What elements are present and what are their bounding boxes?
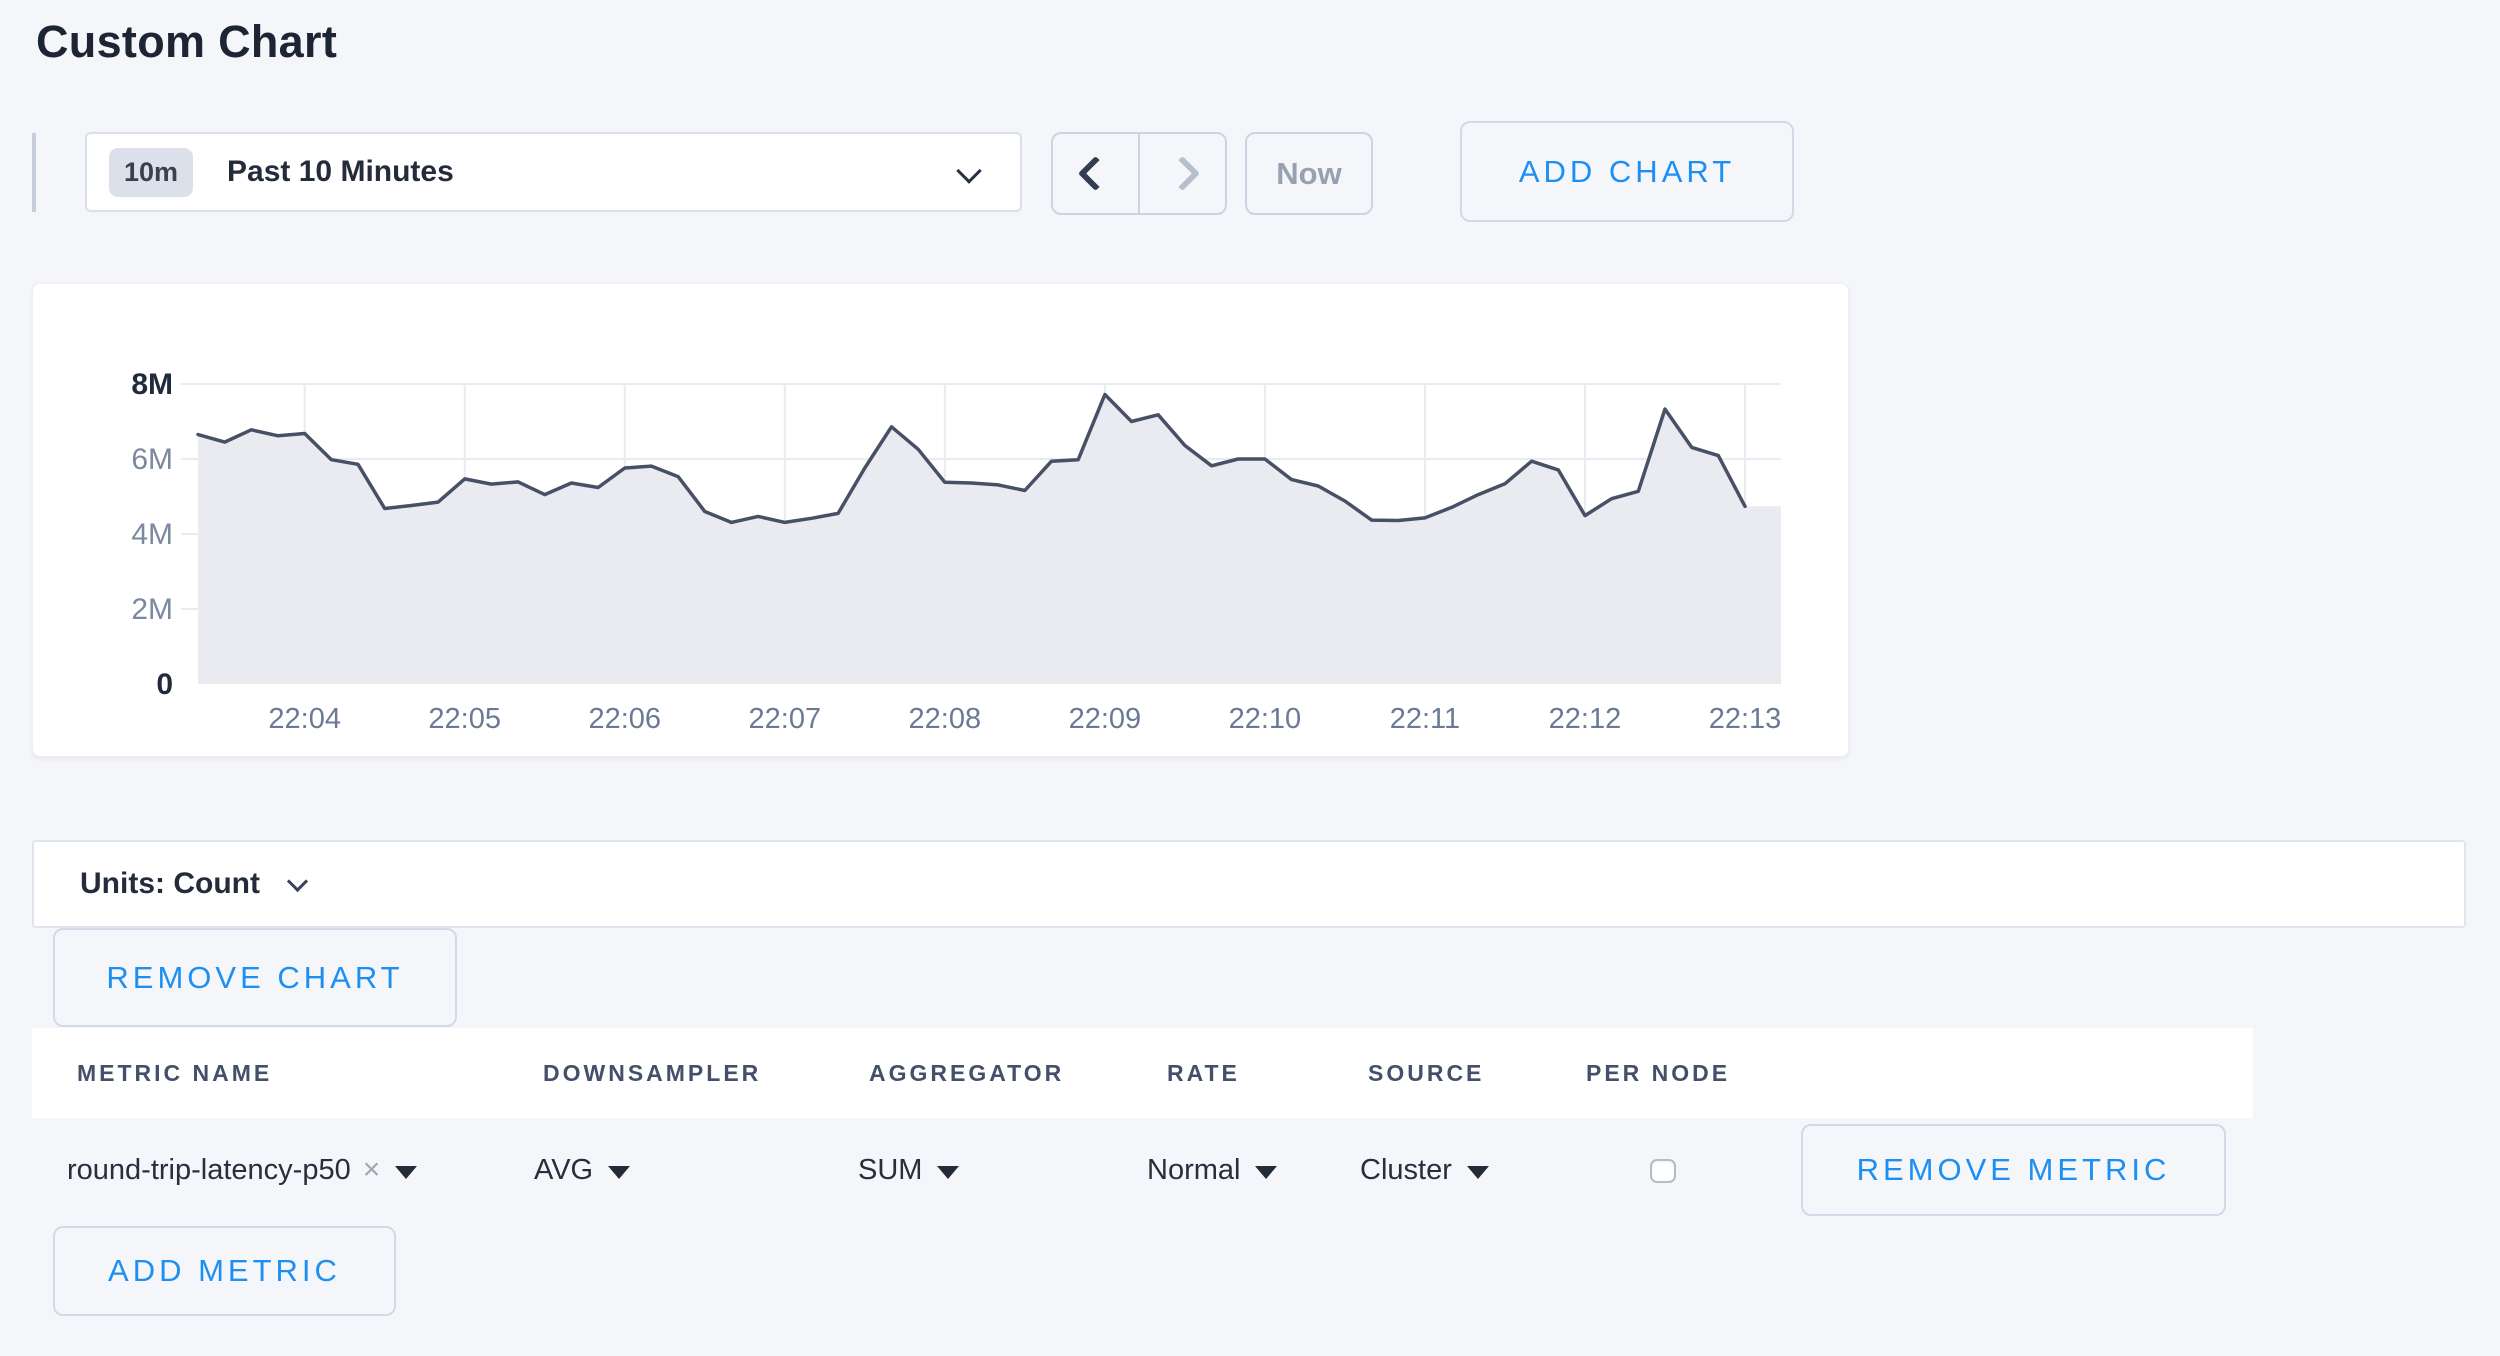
chevron-down-icon [287,870,308,891]
time-nav-buttons [1051,132,1227,215]
y-tick-label: 4M [131,518,173,551]
chevron-down-icon [956,158,981,183]
custom-chart-page: Custom Chart 10m Past 10 Minutes Now ADD… [0,0,2500,1356]
time-scope-accent-bar [32,133,36,212]
now-button[interactable]: Now [1245,132,1373,215]
aggregator-select[interactable]: SUM [858,1146,959,1194]
chevron-left-icon [1078,156,1113,191]
units-label: Units: Count [80,867,260,901]
column-header-per-node: PER NODE [1586,1028,1730,1118]
units-dropdown[interactable]: Units: Count [32,840,2466,928]
add-chart-button[interactable]: ADD CHART [1460,121,1794,222]
downsampler-value: AVG [534,1154,593,1187]
next-time-button[interactable] [1140,134,1225,213]
source-select[interactable]: Cluster [1360,1146,1489,1194]
caret-down-icon [608,1166,630,1179]
x-tick-label: 22:11 [1390,703,1460,735]
metrics-table-header: METRIC NAME DOWNSAMPLER AGGREGATOR RATE … [32,1028,2253,1118]
page-title: Custom Chart [36,16,337,68]
x-tick-label: 22:07 [749,703,822,735]
caret-down-icon [395,1166,417,1179]
y-tick-label: 8M [131,368,173,401]
x-tick-label: 22:10 [1229,703,1302,735]
remove-metric-button[interactable]: REMOVE METRIC [1801,1124,2226,1216]
time-window-badge: 10m [109,148,193,197]
time-window-label: Past 10 Minutes [227,155,454,189]
x-tick-label: 22:06 [588,703,661,735]
column-header-rate: RATE [1167,1028,1240,1118]
column-header-downsampler: DOWNSAMPLER [543,1028,761,1118]
add-metric-button[interactable]: ADD METRIC [53,1226,396,1316]
x-tick-label: 22:08 [909,703,982,735]
aggregator-value: SUM [858,1154,922,1187]
column-header-source: SOURCE [1368,1028,1484,1118]
rate-value: Normal [1147,1154,1240,1187]
chart-area [198,395,1781,685]
y-tick-label: 6M [131,443,173,476]
caret-down-icon [937,1166,959,1179]
column-header-metric-name: METRIC NAME [77,1028,272,1118]
chevron-right-icon [1165,156,1200,191]
metric-name-value: round-trip-latency-p50 [67,1154,351,1187]
x-tick-label: 22:12 [1549,703,1622,735]
timeseries-chart[interactable]: 22:04 22:05 22:06 22:07 22:08 22:09 22:10 22:11… [33,284,1848,756]
rate-select[interactable]: Normal [1147,1146,1277,1194]
remove-metric-tag-icon[interactable]: × [363,1153,381,1187]
source-value: Cluster [1360,1154,1452,1187]
y-tick-label: 0 [156,668,173,701]
metric-name-select[interactable]: round-trip-latency-p50 × [67,1146,417,1194]
prev-time-button[interactable] [1053,134,1140,213]
remove-chart-button[interactable]: REMOVE CHART [53,928,457,1027]
x-tick-label: 22:04 [268,703,341,735]
downsampler-select[interactable]: AVG [534,1146,630,1194]
per-node-checkbox[interactable] [1650,1159,1676,1183]
caret-down-icon [1467,1166,1489,1179]
chart-card: 22:04 22:05 22:06 22:07 22:08 22:09 22:10 22:11… [32,283,1849,757]
x-tick-label: 22:13 [1709,703,1782,735]
y-tick-label: 2M [131,593,173,626]
time-window-dropdown[interactable]: 10m Past 10 Minutes [85,132,1022,212]
caret-down-icon [1255,1166,1277,1179]
x-tick-label: 22:05 [428,703,501,735]
column-header-aggregator: AGGREGATOR [869,1028,1064,1118]
x-tick-label: 22:09 [1069,703,1142,735]
